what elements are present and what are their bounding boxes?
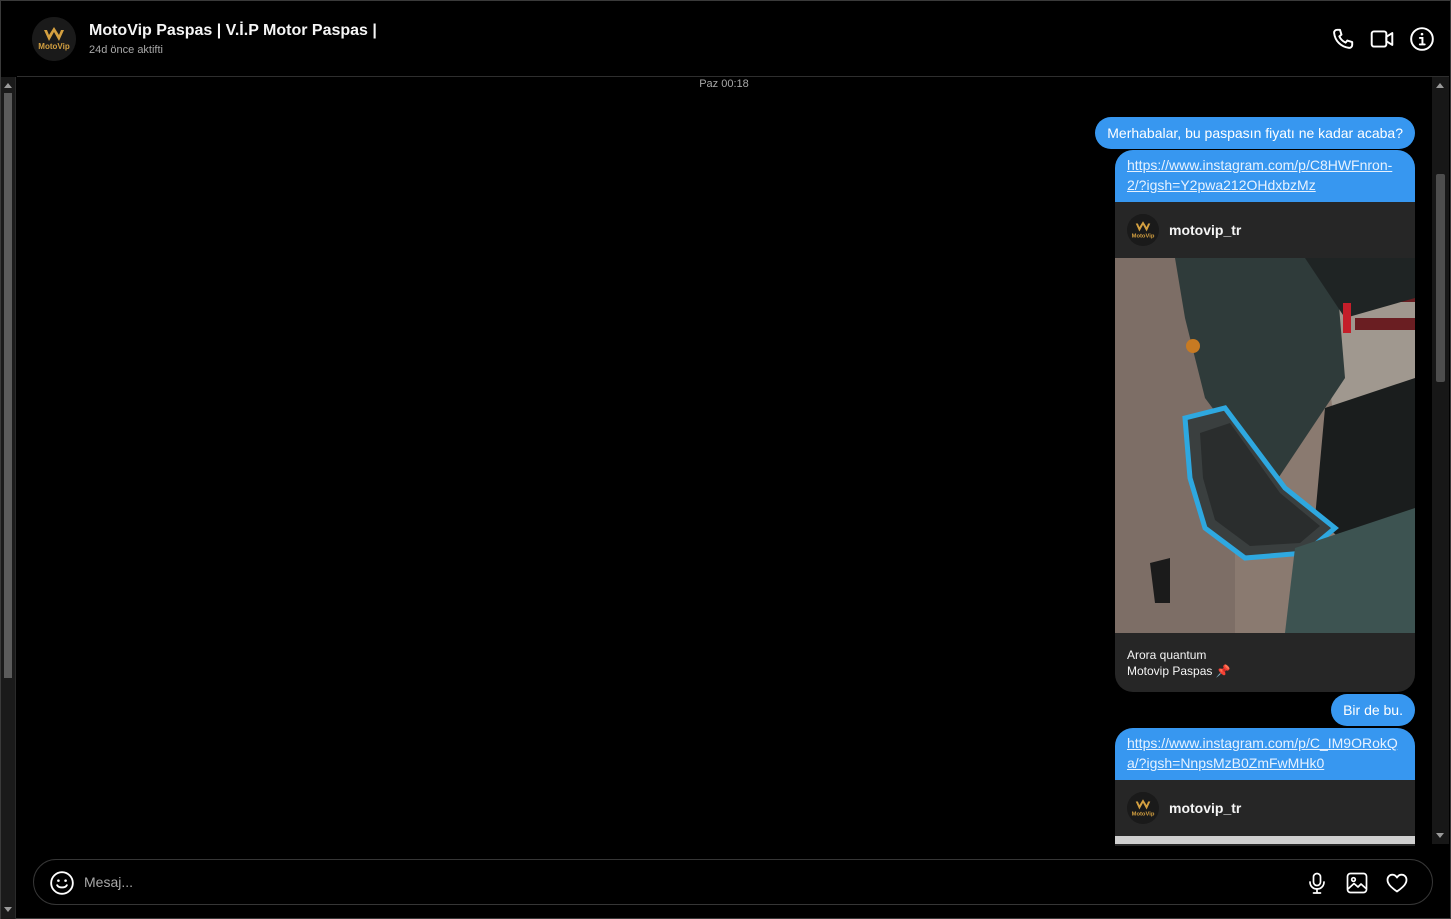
chat-header: MotoVip MotoVip Paspas | V.İ.P Motor Pas… [17, 1, 1449, 77]
left-scrollbar[interactable] [1, 77, 16, 919]
page-title[interactable]: MotoVip Paspas | V.İ.P Motor Paspas | [89, 22, 377, 40]
scroll-thumb[interactable] [1436, 174, 1445, 382]
dm-window: MotoVip MotoVip Paspas | V.İ.P Motor Pas… [0, 0, 1451, 919]
shared-link[interactable]: https://www.instagram.com/p/C_IM9ORokQa/… [1115, 728, 1415, 780]
shared-link[interactable]: https://www.instagram.com/p/C8HWFnron-2/… [1115, 150, 1415, 202]
video-call-button[interactable] [1368, 25, 1396, 53]
message-composer [33, 859, 1433, 905]
svg-text:MotoVip: MotoVip [38, 42, 70, 51]
phone-icon [1333, 28, 1354, 49]
voice-message-button[interactable] [1304, 870, 1330, 896]
post-photo[interactable] [1115, 258, 1415, 633]
caption-line: Motovip Paspas 📌 [1127, 664, 1231, 678]
shared-post-card[interactable]: https://www.instagram.com/p/C_IM9ORokQa/… [1115, 728, 1415, 846]
video-call-icon [1370, 30, 1394, 48]
motovip-logo-icon: MotoVip [1127, 214, 1159, 246]
add-photo-button[interactable] [1344, 870, 1370, 896]
scroll-thumb[interactable] [4, 93, 12, 678]
conversation-info-button[interactable] [1408, 25, 1436, 53]
author-avatar: MotoVip [1127, 792, 1159, 824]
scroll-up-arrow[interactable] [1436, 83, 1444, 88]
audio-call-button[interactable] [1329, 25, 1357, 53]
post-photo[interactable] [1115, 836, 1415, 844]
caption-line: Arora quantum [1127, 648, 1207, 662]
post-author[interactable]: MotoVip motovip_tr [1115, 202, 1415, 258]
author-username: motovip_tr [1169, 222, 1242, 238]
post-author[interactable]: MotoVip motovip_tr [1115, 780, 1415, 836]
motovip-logo-icon: MotoVip [1127, 792, 1159, 824]
message-bubble[interactable]: Bir de bu. [1331, 694, 1415, 726]
message-timestamp: Paz 00:18 [699, 78, 749, 90]
post-caption: Arora quantum Motovip Paspas 📌 [1115, 633, 1415, 692]
shared-post-card[interactable]: https://www.instagram.com/p/C8HWFnron-2/… [1115, 150, 1415, 692]
thread-scrollbar[interactable] [1432, 77, 1449, 844]
microphone-icon [1309, 872, 1325, 894]
message-input[interactable] [84, 871, 1284, 893]
author-username: motovip_tr [1169, 800, 1242, 816]
pushpin-icon: 📌 [1215, 664, 1231, 678]
image-icon [1346, 872, 1368, 894]
svg-text:MotoVip: MotoVip [1132, 811, 1155, 817]
motovip-logo-icon: MotoVip [32, 17, 76, 61]
active-status: 24d önce aktifti [89, 44, 163, 56]
emoji-icon[interactable] [49, 870, 75, 896]
svg-text:MotoVip: MotoVip [1132, 233, 1155, 239]
avatar[interactable]: MotoVip [32, 17, 76, 61]
scroll-down-arrow[interactable] [4, 907, 12, 912]
author-avatar: MotoVip [1127, 214, 1159, 246]
message-bubble[interactable]: Merhabalar, bu paspasın fiyatı ne kadar … [1095, 117, 1415, 149]
heart-icon [1386, 873, 1408, 893]
like-button[interactable] [1384, 870, 1410, 896]
info-icon [1410, 27, 1434, 51]
scroll-up-arrow[interactable] [4, 83, 12, 88]
message-thread[interactable]: Paz 00:18 Merhabalar, bu paspasın fiyatı… [17, 78, 1431, 846]
scroll-down-arrow[interactable] [1436, 833, 1444, 838]
